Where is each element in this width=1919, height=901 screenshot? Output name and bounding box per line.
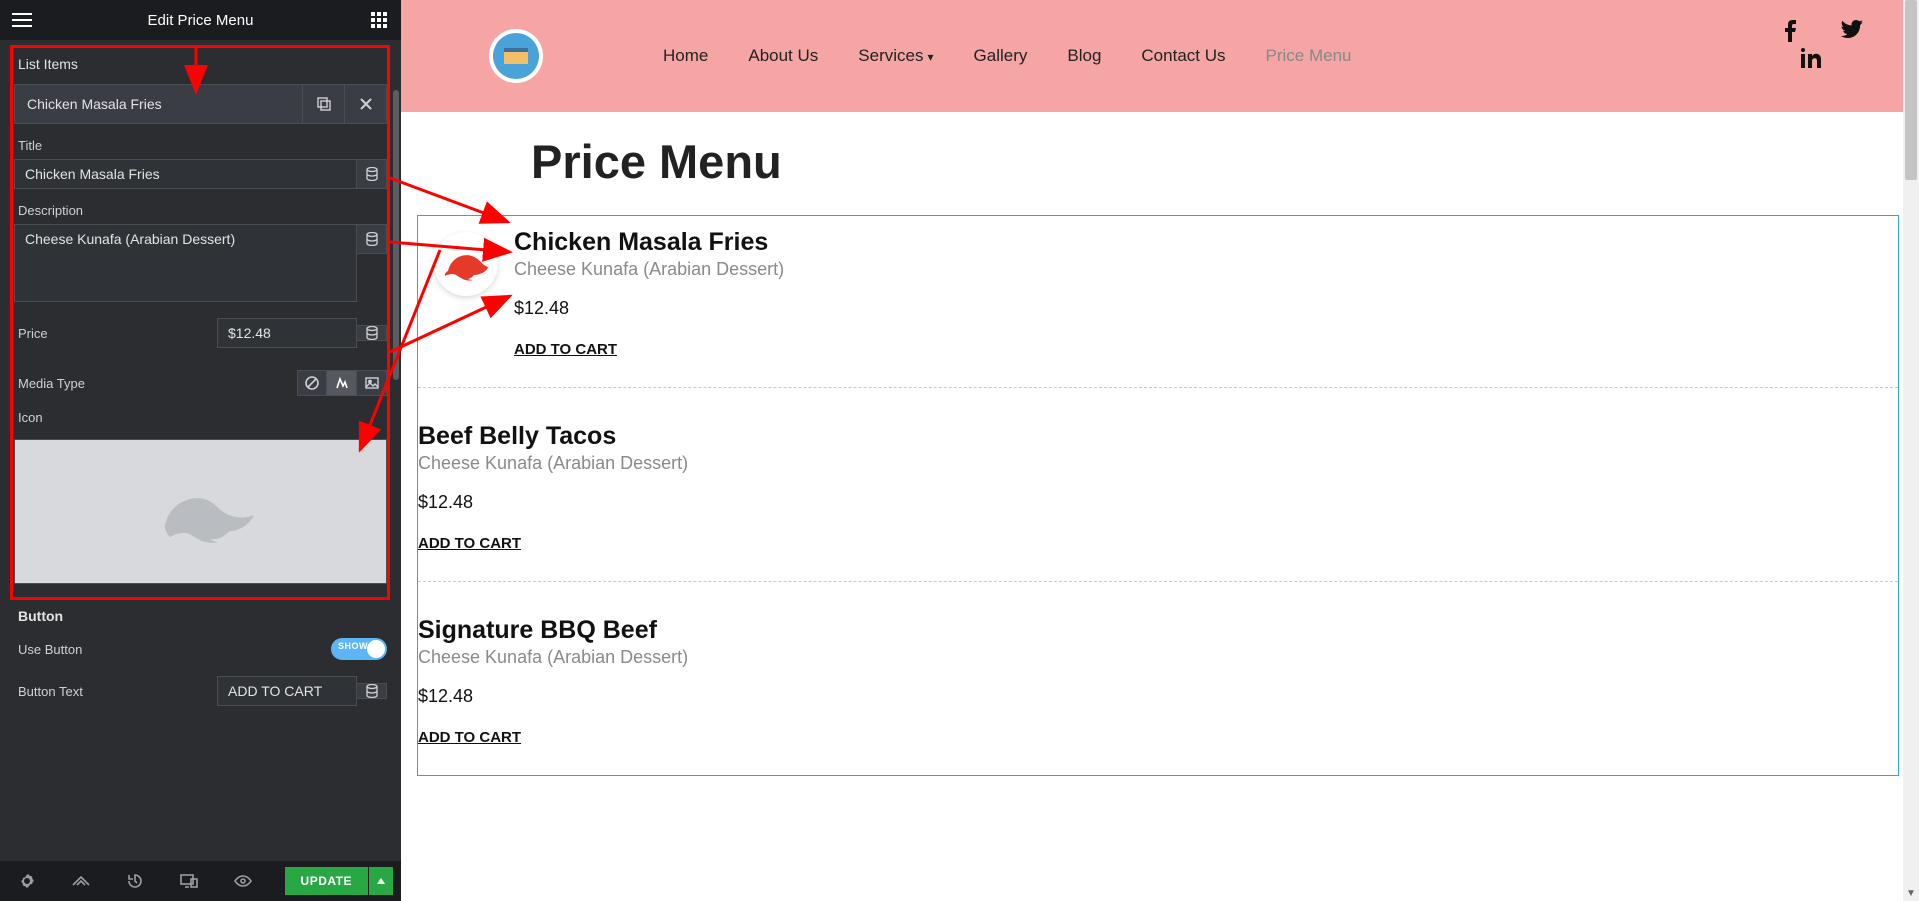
editor-footer: UPDATE <box>0 861 401 901</box>
social-links <box>1783 20 1863 68</box>
description-label: Description <box>14 189 387 224</box>
browser-scrollbar[interactable]: ▲ ▼ <box>1903 0 1919 901</box>
nav-home[interactable]: Home <box>663 46 708 66</box>
history-icon[interactable] <box>108 861 162 901</box>
nav-about[interactable]: About Us <box>748 46 818 66</box>
title-input[interactable] <box>14 159 357 189</box>
update-button[interactable]: UPDATE <box>285 867 368 895</box>
preview-area: Home About Us Services▾ Gallery Blog Con… <box>401 0 1903 901</box>
nav-contact[interactable]: Contact Us <box>1141 46 1225 66</box>
button-section-label: Button <box>14 602 387 630</box>
settings-icon[interactable] <box>0 861 54 901</box>
page-title: Price Menu <box>531 134 1903 189</box>
use-button-label: Use Button <box>14 642 331 657</box>
add-to-cart-link[interactable]: ADD TO CART <box>418 535 521 552</box>
add-to-cart-link[interactable]: ADD TO CART <box>514 341 617 358</box>
widgets-grid-icon[interactable] <box>357 0 401 40</box>
twitter-icon[interactable] <box>1841 20 1863 42</box>
editor-body: List Items Chicken Masala Fries Title De… <box>0 40 401 861</box>
price-menu-widget[interactable]: Chicken Masala Fries Cheese Kunafa (Arab… <box>417 215 1899 776</box>
media-type-label: Media Type <box>14 376 297 391</box>
nav-gallery[interactable]: Gallery <box>974 46 1028 66</box>
responsive-icon[interactable] <box>162 861 216 901</box>
icon-label: Icon <box>14 396 387 431</box>
menu-item-title: Chicken Masala Fries <box>514 228 1898 257</box>
menu-item: Beef Belly Tacos Cheese Kunafa (Arabian … <box>418 388 1898 582</box>
nav-price-menu[interactable]: Price Menu <box>1266 46 1352 66</box>
menu-item-price: $12.48 <box>418 686 1898 707</box>
toggle-state: SHOW <box>338 641 368 651</box>
menu-item-price: $12.48 <box>418 492 1898 513</box>
main-nav: Home About Us Services▾ Gallery Blog Con… <box>663 46 1351 66</box>
menu-item: Signature BBQ Beef Cheese Kunafa (Arabia… <box>418 582 1898 775</box>
title-label: Title <box>14 124 387 159</box>
site-logo[interactable] <box>489 29 543 83</box>
nav-services[interactable]: Services▾ <box>858 46 933 66</box>
menu-item-desc: Cheese Kunafa (Arabian Dessert) <box>418 453 1898 474</box>
price-input[interactable] <box>217 318 357 348</box>
nav-blog[interactable]: Blog <box>1067 46 1101 66</box>
editor-title: Edit Price Menu <box>44 12 357 29</box>
panel-scrollbar[interactable] <box>393 90 399 380</box>
site-header: Home About Us Services▾ Gallery Blog Con… <box>401 0 1903 112</box>
duplicate-icon[interactable] <box>302 85 344 123</box>
media-none-icon[interactable] <box>297 370 327 396</box>
preview-icon[interactable] <box>216 861 270 901</box>
media-icon-icon[interactable] <box>327 370 357 396</box>
menu-icon[interactable] <box>0 0 44 40</box>
media-image-icon[interactable] <box>357 370 387 396</box>
dynamic-tag-icon[interactable] <box>357 325 387 341</box>
editor-header: Edit Price Menu <box>0 0 401 40</box>
dynamic-tag-icon[interactable] <box>357 159 387 189</box>
menu-item-title: Beef Belly Tacos <box>418 422 1898 451</box>
editor-panel: Edit Price Menu List Items Chicken Masal… <box>0 0 401 901</box>
chevron-down-icon: ▾ <box>927 50 933 64</box>
menu-item-desc: Cheese Kunafa (Arabian Dessert) <box>418 647 1898 668</box>
update-options-icon[interactable] <box>369 867 393 895</box>
facebook-icon[interactable] <box>1783 20 1797 42</box>
item-header[interactable]: Chicken Masala Fries <box>14 84 387 124</box>
dynamic-tag-icon[interactable] <box>357 224 387 254</box>
button-text-input[interactable] <box>217 676 357 706</box>
use-button-toggle[interactable]: SHOW <box>331 638 387 660</box>
menu-item-desc: Cheese Kunafa (Arabian Dessert) <box>514 259 1898 280</box>
description-input[interactable] <box>14 224 357 302</box>
list-items-label: List Items <box>14 50 387 78</box>
menu-item-icon-wrap <box>418 228 514 359</box>
menu-item-title: Signature BBQ Beef <box>418 616 1898 645</box>
icon-picker[interactable] <box>14 439 387 584</box>
menu-item: Chicken Masala Fries Cheese Kunafa (Arab… <box>418 216 1898 388</box>
dynamic-tag-icon[interactable] <box>357 683 387 699</box>
item-header-name: Chicken Masala Fries <box>15 96 302 112</box>
navigator-icon[interactable] <box>54 861 108 901</box>
linkedin-icon[interactable] <box>1801 48 1821 68</box>
menu-item-price: $12.48 <box>514 298 1898 319</box>
add-to-cart-link[interactable]: ADD TO CART <box>418 729 521 746</box>
button-text-label: Button Text <box>14 684 217 699</box>
price-label: Price <box>14 326 217 341</box>
close-icon[interactable] <box>344 85 386 123</box>
